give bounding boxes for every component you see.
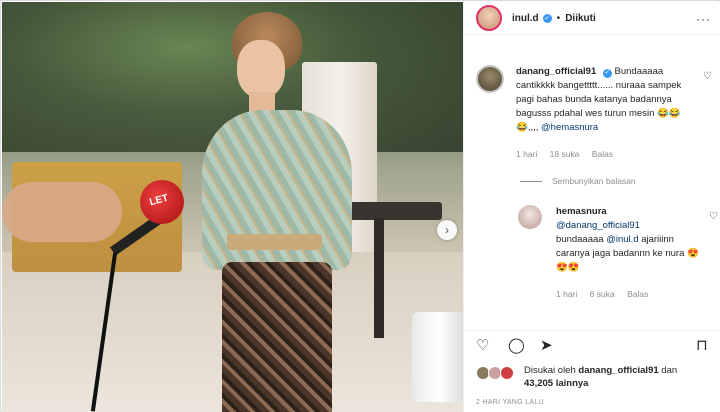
verified-badge-icon: ✓ xyxy=(602,68,612,78)
post-timestamp[interactable]: 2 HARI YANG LALU xyxy=(476,399,544,406)
post-actions-bar: ♡ ◯ ➤ ⊓ xyxy=(464,330,720,358)
hide-replies-line xyxy=(520,180,542,182)
share-send-icon[interactable]: ➤ xyxy=(540,336,553,354)
post-header: inul.d ✓ • Diikuti ··· xyxy=(464,2,720,35)
reply-reply-button[interactable]: Balas xyxy=(627,289,648,299)
person-figure xyxy=(187,12,367,412)
like-heart-icon[interactable]: ♡ xyxy=(476,336,489,354)
hide-replies-label: Sembunyikan balasan xyxy=(552,176,636,186)
reply-mention[interactable]: @inul.d xyxy=(606,234,638,245)
like-reply-heart-icon[interactable]: ♡ xyxy=(709,211,718,222)
likes-middle: dan xyxy=(661,365,678,376)
liker-avatar[interactable] xyxy=(500,366,514,380)
commenter-avatar[interactable] xyxy=(476,65,504,93)
comment-username[interactable]: danang_official91 xyxy=(516,66,596,77)
comments-list: danang_official91 ✓ Bundaaaaa cantikkkk … xyxy=(464,35,720,330)
chevron-right-icon: › xyxy=(445,223,449,237)
more-horizontal-icon[interactable]: ··· xyxy=(696,12,711,26)
comment-mention[interactable]: @hemasnura xyxy=(541,122,598,133)
likes-suffix[interactable]: lainnya xyxy=(556,378,589,389)
verified-badge-icon: ✓ xyxy=(542,13,552,23)
likes-count[interactable]: 43,205 xyxy=(524,378,553,389)
reply-body: hemasnura @danang_official91 bundaaaaa @… xyxy=(556,205,706,275)
comment-time: 1 hari xyxy=(516,149,538,159)
header-separator: • xyxy=(556,12,561,24)
reply-text-mid: bundaaaaa xyxy=(556,234,604,245)
likes-text: Disukai oleh danang_official91 dan 43,20… xyxy=(524,364,720,390)
author-username[interactable]: inul.d xyxy=(512,13,539,24)
next-photo-button[interactable]: › xyxy=(437,220,457,240)
comment-bubble-icon[interactable]: ◯ xyxy=(508,336,525,354)
reply-time: 1 hari xyxy=(556,289,578,299)
comment-reply-button[interactable]: Balas xyxy=(592,149,613,159)
person-belt xyxy=(227,234,322,250)
background-table-leg xyxy=(374,218,384,338)
like-comment-heart-icon[interactable]: ♡ xyxy=(703,71,712,82)
likes-prefix: Disukai oleh xyxy=(524,365,576,376)
likes-summary: Disukai oleh danang_official91 dan 43,20… xyxy=(476,364,716,394)
person-face xyxy=(237,40,285,98)
replier-avatar[interactable] xyxy=(518,205,542,229)
author-avatar[interactable] xyxy=(476,5,502,31)
post-photo[interactable]: LET › xyxy=(2,2,463,412)
reply-mention-prefix[interactable]: @danang_official91 xyxy=(556,220,640,231)
background-bin xyxy=(412,312,463,402)
comment-meta: 1 hari 18 suka Balas xyxy=(516,149,623,159)
reply-username[interactable]: hemasnura xyxy=(556,206,607,217)
reply-like-count[interactable]: 6 suka xyxy=(590,289,615,299)
post-frame: LET › inul.d ✓ • Diikuti ··· danang_offi… xyxy=(0,0,720,412)
post-sidebar: inul.d ✓ • Diikuti ··· danang_official91… xyxy=(463,2,720,412)
reply-meta: 1 hari 6 suka Balas xyxy=(556,289,658,299)
likes-user[interactable]: danang_official91 xyxy=(578,365,658,376)
save-bookmark-icon[interactable]: ⊓ xyxy=(696,336,708,354)
hide-replies-button[interactable]: Sembunyikan balasan xyxy=(520,176,636,186)
person-batik-skirt xyxy=(222,262,332,412)
follow-status-button[interactable]: Diikuti xyxy=(565,13,596,24)
interviewer-hand xyxy=(2,182,122,242)
comment-like-count[interactable]: 18 suka xyxy=(550,149,580,159)
comment-body: danang_official91 ✓ Bundaaaaa cantikkkk … xyxy=(516,65,696,135)
